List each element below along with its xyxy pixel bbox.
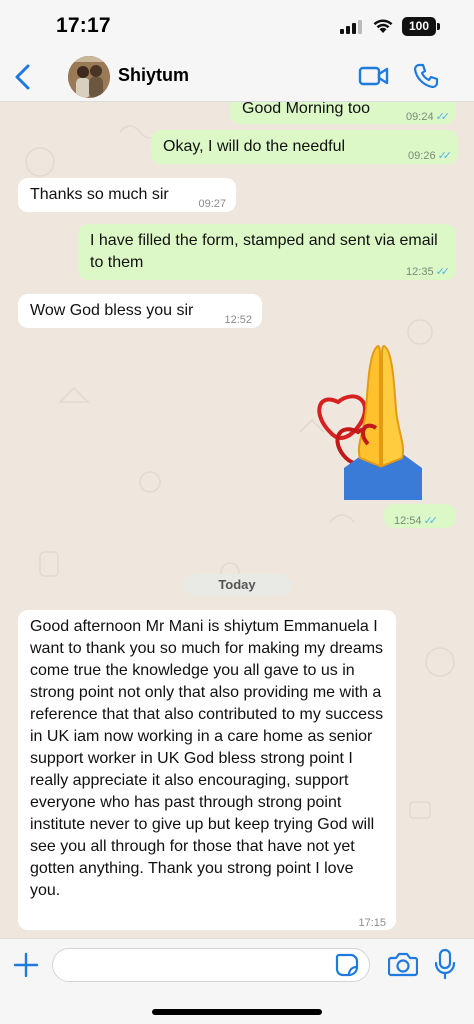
message-text: Wow God bless you sir (30, 302, 194, 319)
wifi-icon (373, 19, 393, 33)
microphone-icon[interactable] (434, 948, 456, 980)
message-bubble-incoming[interactable]: Good afternoon Mr Mani is shiytum Emmanu… (18, 610, 396, 930)
message-text: Thanks so much sir (30, 186, 169, 203)
video-camera-icon[interactable] (358, 64, 390, 88)
signal-icon (340, 20, 362, 34)
message-text: Good afternoon Mr Mani is shiytum Emmanu… (30, 618, 384, 899)
message-time: 09:27 (198, 198, 226, 210)
phone-icon[interactable] (412, 62, 440, 90)
message-text: Good Morning too (242, 102, 371, 117)
message-input[interactable] (52, 948, 370, 982)
read-ticks-icon: ✓✓ (435, 266, 451, 278)
message-bubble-outgoing[interactable]: I have filled the form, stamped and sent… (78, 224, 456, 280)
message-time: 09:24 ✓✓ (406, 111, 451, 123)
sticker-icon[interactable] (334, 952, 360, 978)
chat-header: Shiytum (0, 52, 474, 102)
message-bubble-incoming[interactable]: Thanks so much sir 09:27 (18, 178, 236, 212)
praying-hands-sticker[interactable] (308, 340, 448, 500)
message-time-chip: 12:54 ✓✓ (384, 504, 456, 528)
chat-area[interactable]: Good Morning too 09:24 ✓✓ Okay, I will do… (0, 102, 474, 938)
avatar-image (68, 56, 110, 98)
plus-icon[interactable] (12, 951, 40, 979)
chevron-left-icon[interactable] (10, 62, 36, 92)
message-time: 12:54 ✓✓ (394, 515, 439, 527)
read-ticks-icon: ✓✓ (437, 150, 453, 162)
date-separator: Today (183, 574, 291, 596)
status-bar: 17:17 100 (0, 0, 474, 52)
avatar[interactable] (68, 56, 110, 98)
message-time: 12:52 (224, 314, 252, 326)
home-indicator (152, 1009, 322, 1015)
message-time: 12:35 ✓✓ (406, 266, 451, 278)
input-bar (0, 938, 474, 1024)
read-ticks-icon: ✓✓ (423, 515, 439, 527)
message-bubble-outgoing[interactable]: Okay, I will do the needful 09:26 ✓✓ (151, 130, 458, 164)
message-text: I have filled the form, stamped and sent… (90, 232, 438, 271)
contact-name[interactable]: Shiytum (118, 65, 189, 86)
read-ticks-icon: ✓✓ (435, 111, 451, 123)
battery-icon: 100 (402, 17, 440, 36)
status-time: 17:17 (56, 14, 111, 37)
message-time: 17:15 (358, 917, 386, 929)
message-text: Okay, I will do the needful (163, 138, 346, 155)
message-bubble-outgoing[interactable]: Good Morning too 09:24 ✓✓ (230, 102, 456, 124)
message-time: 09:26 ✓✓ (408, 150, 453, 162)
message-bubble-incoming[interactable]: Wow God bless you sir 12:52 (18, 294, 262, 328)
camera-icon[interactable] (388, 950, 418, 978)
